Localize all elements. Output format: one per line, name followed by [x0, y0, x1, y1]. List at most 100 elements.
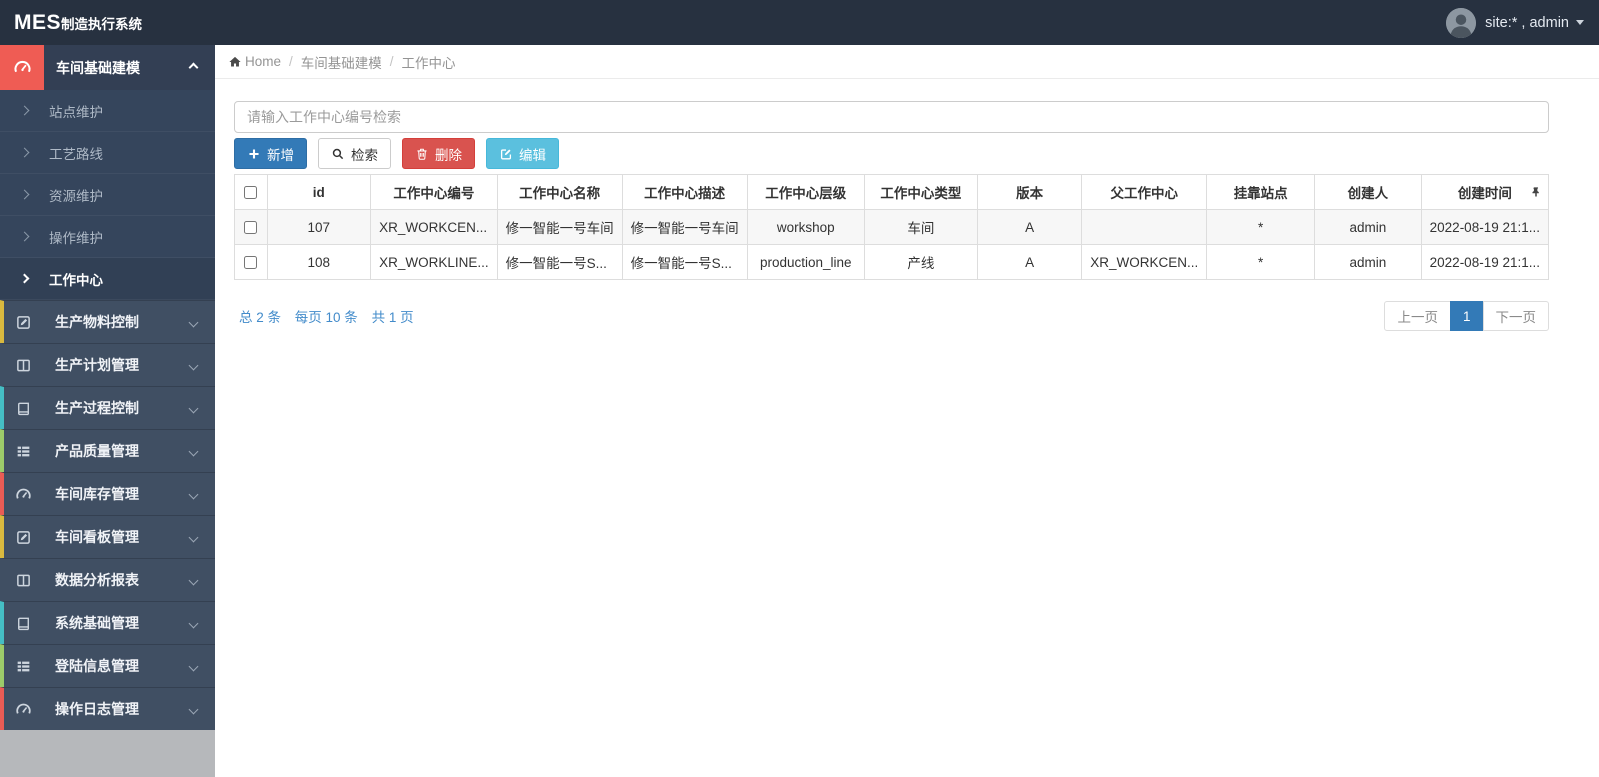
cell-type: 车间: [863, 209, 978, 245]
chevron-right-icon: [19, 231, 30, 242]
select-all-checkbox[interactable]: [244, 186, 258, 200]
sidebar-subitem-process-route[interactable]: 工艺路线: [0, 132, 215, 174]
delete-button[interactable]: 删除: [402, 138, 475, 169]
book-icon: [15, 400, 32, 417]
sidebar-item-system-management[interactable]: 系统基础管理: [0, 601, 215, 644]
sidebar-item-label: 数据分析报表: [55, 572, 139, 588]
app-title-bold: MES: [14, 10, 62, 34]
dashboard-icon: [15, 701, 32, 718]
th-list-icon: [15, 443, 32, 460]
cell-description: 修一智能一号S...: [621, 244, 748, 280]
column-header-code[interactable]: 工作中心编号: [370, 174, 498, 210]
page-1-button[interactable]: 1: [1449, 301, 1484, 331]
row-checkbox[interactable]: [244, 256, 258, 270]
delete-button-label: 删除: [435, 147, 462, 163]
add-button[interactable]: 新增: [234, 138, 307, 169]
row-checkbox[interactable]: [244, 221, 258, 235]
column-header-level[interactable]: 工作中心层级: [746, 174, 865, 210]
caret-down-icon: [1576, 20, 1584, 25]
sidebar-item-board-management[interactable]: 车间看板管理: [0, 515, 215, 558]
column-header-created-time[interactable]: 创建时间: [1420, 174, 1550, 210]
sidebar-subitem-operation[interactable]: 操作维护: [0, 216, 215, 258]
sidebar-submenu: 站点维护 工艺路线 资源维护 操作维护 工作中心: [0, 90, 215, 300]
chevron-down-icon: [188, 360, 199, 370]
pin-icon[interactable]: [1530, 186, 1542, 198]
column-header-description[interactable]: 工作中心描述: [621, 174, 748, 210]
search-button[interactable]: 检索: [318, 138, 391, 169]
book-icon: [15, 615, 32, 632]
column-header-id[interactable]: id: [266, 174, 372, 210]
breadcrumb-separator: /: [389, 54, 394, 69]
sidebar-item-label: 车间基础建模: [56, 59, 140, 76]
chevron-down-icon: [188, 489, 199, 499]
sidebar-item-label: 生产物料控制: [55, 314, 139, 330]
sidebar-item-label: 操作日志管理: [55, 701, 139, 717]
chevron-down-icon: [188, 403, 199, 413]
column-header-parent[interactable]: 父工作中心: [1081, 174, 1208, 210]
cell-id: 108: [266, 244, 372, 280]
edit-button-label: 编辑: [519, 147, 546, 163]
sidebar-item-material-control[interactable]: 生产物料控制: [0, 300, 215, 343]
next-page-button[interactable]: 下一页: [1482, 301, 1549, 331]
sidebar-empty-area: [0, 730, 215, 777]
sidebar-menu: 车间基础建模 站点维护 工艺路线 资源维护 操作维护 工作中心 生产物料控制 生…: [0, 45, 215, 730]
cell-creator: admin: [1314, 209, 1422, 245]
cell-level: production_line: [746, 244, 865, 280]
app-logo[interactable]: MES 制造执行系统: [14, 11, 142, 35]
sidebar-item-plan-management[interactable]: 生产计划管理: [0, 343, 215, 386]
column-header-version[interactable]: 版本: [976, 174, 1083, 210]
sidebar-item-process-control[interactable]: 生产过程控制: [0, 386, 215, 429]
sidebar-subitem-station[interactable]: 站点维护: [0, 90, 215, 132]
breadcrumb-home[interactable]: Home: [245, 54, 281, 69]
sidebar-item-data-reports[interactable]: 数据分析报表: [0, 558, 215, 601]
cell-version: A: [976, 209, 1083, 245]
column-header-type[interactable]: 工作中心类型: [863, 174, 978, 210]
sidebar-item-workshop-modeling[interactable]: 车间基础建模: [0, 45, 215, 90]
chevron-right-icon: [19, 189, 30, 200]
table-row[interactable]: 107 XR_WORKCEN... 修一智能一号车间 修一智能一号车间 work…: [234, 209, 1550, 245]
pagination-per-page: 每页 10 条: [294, 310, 358, 325]
column-header-name[interactable]: 工作中心名称: [496, 174, 623, 210]
sidebar-item-label: 车间库存管理: [55, 486, 139, 502]
subitem-label: 工艺路线: [49, 146, 103, 162]
pencil-square-icon: [499, 147, 513, 161]
sidebar-item-label: 车间看板管理: [55, 529, 139, 545]
column-header-station[interactable]: 挂靠站点: [1206, 174, 1316, 210]
cell-creator: admin: [1314, 244, 1422, 280]
dashboard-icon: [15, 486, 32, 503]
sidebar-subitem-resource[interactable]: 资源维护: [0, 174, 215, 216]
column-header-creator[interactable]: 创建人: [1314, 174, 1422, 210]
breadcrumb-level1[interactable]: 车间基础建模: [301, 52, 382, 72]
search-button-label: 检索: [351, 147, 378, 163]
edit-button[interactable]: 编辑: [486, 138, 559, 169]
user-menu[interactable]: site:* , admin: [1446, 7, 1584, 38]
sidebar-item-inventory-management[interactable]: 车间库存管理: [0, 472, 215, 515]
chevron-down-icon: [188, 704, 199, 714]
cell-type: 产线: [863, 244, 978, 280]
content-area: Home / 车间基础建模 / 工作中心 新增 检索 删除: [215, 45, 1599, 777]
subitem-label: 工作中心: [49, 272, 103, 288]
breadcrumb-level2: 工作中心: [401, 55, 456, 71]
work-center-table: id 工作中心编号 工作中心名称 工作中心描述 工作中心层级 工作中心类型 版本…: [234, 174, 1550, 280]
sidebar-item-label: 产品质量管理: [55, 443, 139, 459]
search-input[interactable]: [234, 101, 1549, 133]
app-title-rest: 制造执行系统: [61, 16, 143, 32]
chevron-down-icon: [188, 446, 199, 456]
sidebar-subitem-work-center[interactable]: 工作中心: [0, 258, 215, 300]
chevron-right-icon: [19, 273, 30, 284]
main-panel: 新增 检索 删除 编辑: [215, 79, 1599, 331]
sidebar-item-operation-logs[interactable]: 操作日志管理: [0, 687, 215, 730]
cell-parent: [1081, 209, 1208, 245]
prev-page-button[interactable]: 上一页: [1384, 301, 1451, 331]
home-icon: [228, 55, 242, 69]
sidebar-item-login-info[interactable]: 登陆信息管理: [0, 644, 215, 687]
cell-id: 107: [266, 209, 372, 245]
table-row[interactable]: 108 XR_WORKLINE... 修一智能一号S... 修一智能一号S...…: [234, 244, 1550, 280]
breadcrumb: Home / 车间基础建模 / 工作中心: [215, 45, 1599, 79]
cell-code: XR_WORKCEN...: [370, 209, 498, 245]
cell-level: workshop: [746, 209, 865, 245]
edit-icon: [15, 529, 32, 546]
chevron-down-icon: [188, 618, 199, 628]
table-header-row: id 工作中心编号 工作中心名称 工作中心描述 工作中心层级 工作中心类型 版本…: [234, 174, 1550, 210]
sidebar-item-quality-management[interactable]: 产品质量管理: [0, 429, 215, 472]
